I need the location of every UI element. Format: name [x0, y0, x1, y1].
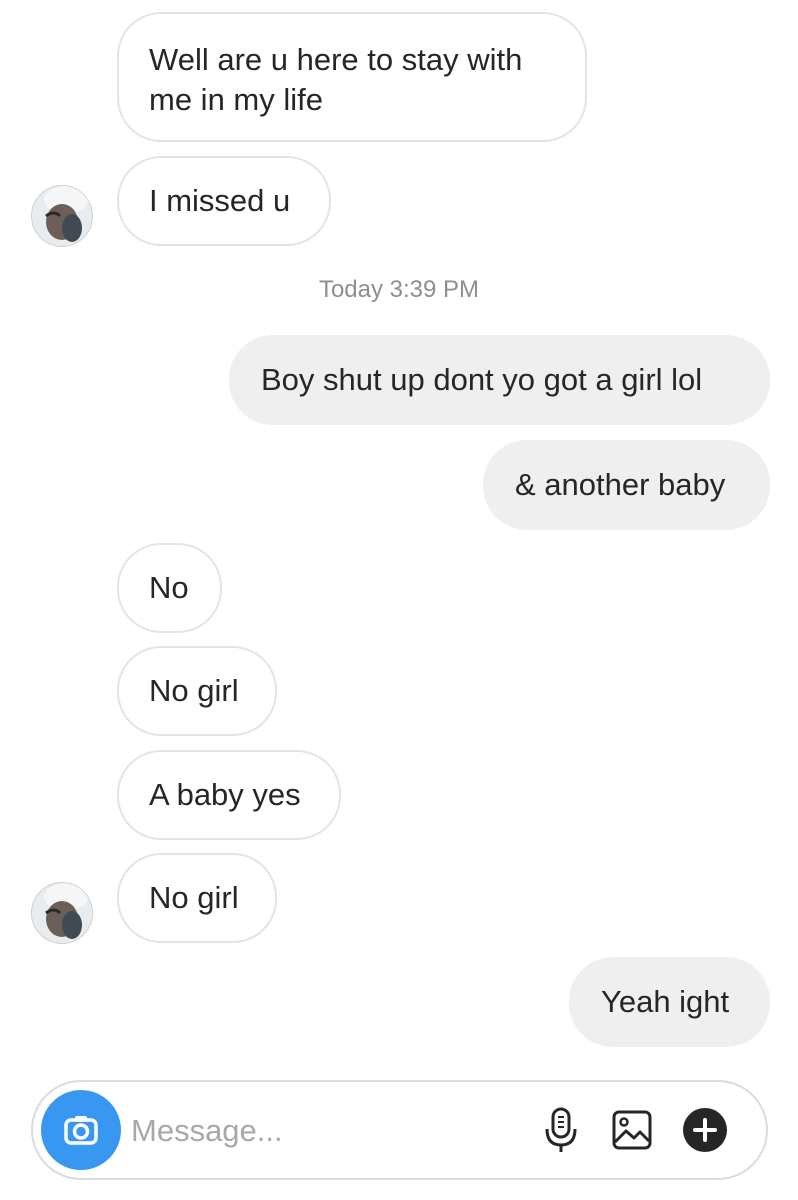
message-bubble-incoming[interactable]: No girl — [117, 853, 277, 943]
message-bubble-outgoing[interactable]: & another baby — [483, 440, 770, 530]
message-bubble-outgoing[interactable]: Boy shut up dont yo got a girl lol — [229, 335, 770, 425]
microphone-icon — [545, 1107, 577, 1152]
message-bubble-incoming[interactable]: I missed u — [117, 156, 331, 246]
avatar-photo — [32, 186, 92, 246]
avatar[interactable] — [31, 882, 93, 944]
gallery-button[interactable] — [608, 1106, 656, 1154]
message-bubble-incoming[interactable]: No girl — [117, 646, 277, 736]
message-bubble-incoming[interactable]: Well are u here to stay with me in my li… — [117, 12, 587, 142]
message-bubble-incoming[interactable]: No — [117, 543, 222, 633]
plus-icon — [683, 1108, 727, 1152]
message-bubble-outgoing[interactable]: Yeah ight — [569, 957, 770, 1047]
message-input[interactable] — [129, 1108, 493, 1154]
message-timestamp: Today 3:39 PM — [318, 276, 480, 303]
camera-icon — [64, 1116, 98, 1145]
more-options-button[interactable] — [681, 1106, 729, 1154]
gallery-icon — [612, 1110, 652, 1150]
message-bubble-incoming[interactable]: A baby yes — [117, 750, 341, 840]
message-composer — [31, 1080, 768, 1180]
voice-message-button[interactable] — [537, 1106, 585, 1154]
avatar[interactable] — [31, 185, 93, 247]
avatar-photo — [32, 883, 92, 943]
camera-button[interactable] — [41, 1090, 121, 1170]
